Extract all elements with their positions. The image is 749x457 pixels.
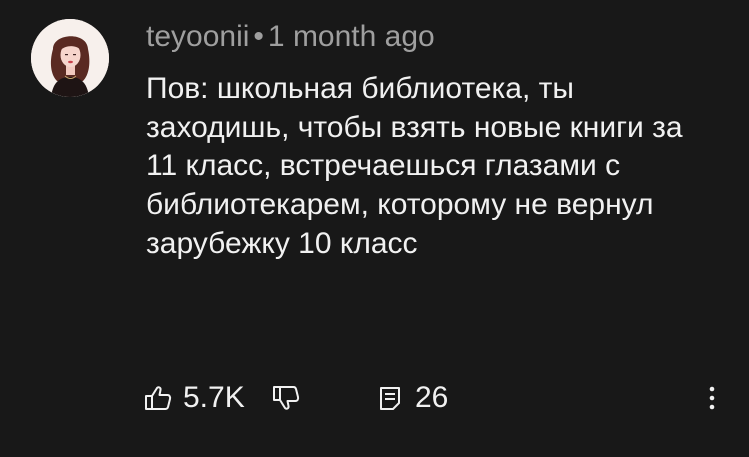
- avatar[interactable]: [31, 19, 109, 97]
- avatar-illustration: [31, 19, 109, 97]
- dislike-button[interactable]: [271, 378, 301, 418]
- more-vertical-icon: [709, 386, 715, 410]
- more-options-button[interactable]: [697, 383, 727, 413]
- meta-separator: •: [253, 20, 264, 53]
- author-name[interactable]: teyoonii: [146, 20, 249, 53]
- thumbs-down-icon: [273, 386, 300, 410]
- comment-text: Пов: школьная библиотека, ты заходишь, ч…: [146, 72, 683, 260]
- reply-icon: [380, 387, 400, 410]
- like-count: 5.7K: [183, 381, 245, 414]
- comment-timestamp[interactable]: 1 month ago: [268, 20, 435, 53]
- comment-actions: 5.7K 26: [143, 378, 723, 418]
- comment-meta: teyoonii • 1 month ago: [146, 18, 435, 56]
- reply-count: 26: [415, 381, 449, 414]
- comment: teyoonii • 1 month ago Пов: школьная библи…: [0, 0, 749, 457]
- like-button[interactable]: [143, 378, 173, 418]
- reply-button[interactable]: [376, 378, 404, 418]
- thumbs-up-icon: [145, 386, 172, 410]
